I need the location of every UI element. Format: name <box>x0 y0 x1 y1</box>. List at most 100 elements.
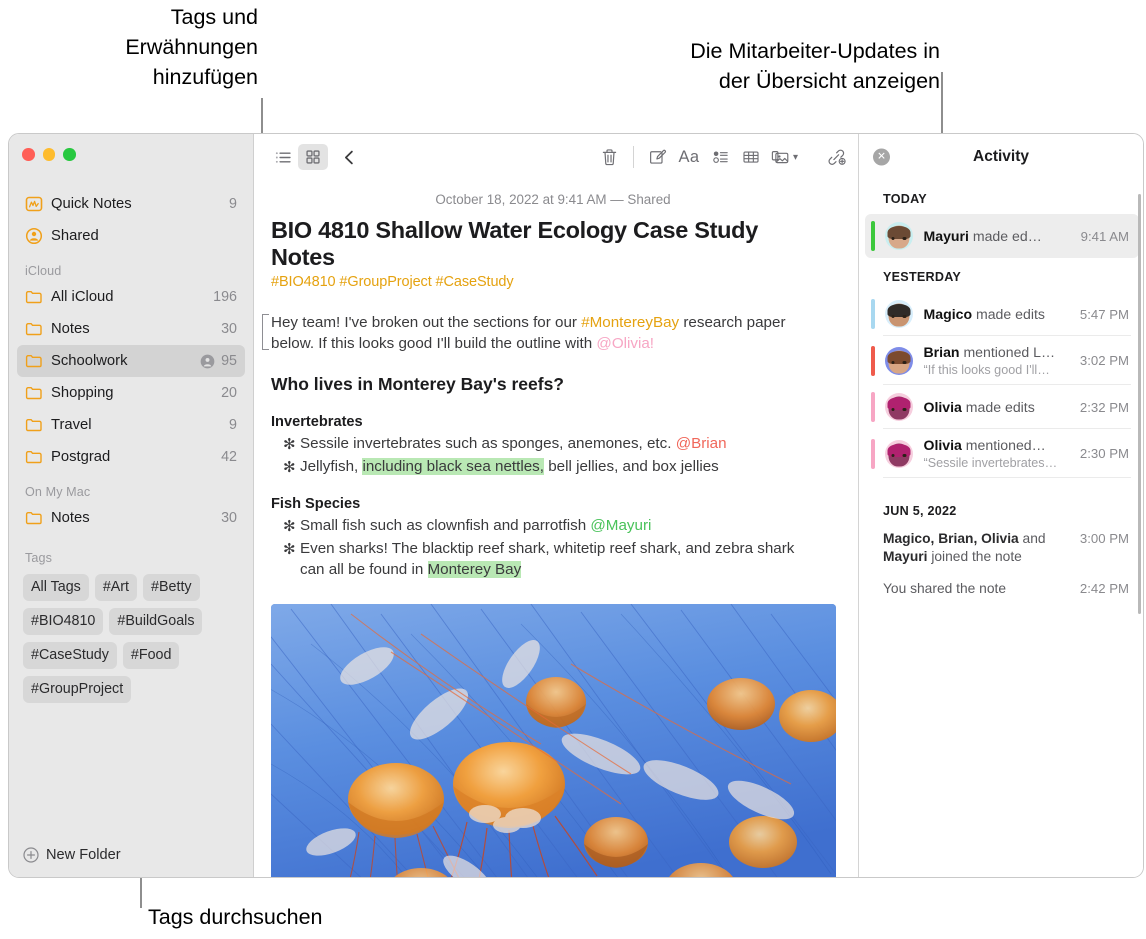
activity-entry-text: Mayuri made ed… <box>924 227 1073 245</box>
activity-header: ✕ Activity <box>859 134 1143 180</box>
activity-entry-mayuri-edits[interactable]: Mayuri made ed… 9:41 AM <box>865 214 1139 258</box>
inline-hashtag-montereybay[interactable]: #MontereyBay <box>581 314 679 331</box>
callout-tags-mentions: Tags und Erwähnungen hinzufügen <box>96 2 258 92</box>
tag-chip-betty[interactable]: #Betty <box>143 574 200 601</box>
note-attached-image[interactable] <box>271 603 836 877</box>
inline-mention-brian[interactable]: @Brian <box>676 435 727 452</box>
sidebar-item-travel[interactable]: Travel 9 <box>17 409 245 441</box>
sidebar-item-all-icloud[interactable]: All iCloud 196 <box>17 281 245 313</box>
folder-icon <box>25 416 43 434</box>
back-chevron-icon[interactable] <box>334 144 364 170</box>
activity-entry-line: Mayuri made ed… <box>924 227 1073 245</box>
bullet-text: Even sharks! The blacktip reef shark, wh… <box>300 539 795 579</box>
tag-chip-food[interactable]: #Food <box>122 642 180 669</box>
format-aa-icon[interactable]: Aa <box>672 144 706 170</box>
sidebar-item-count: 9 <box>229 417 237 433</box>
activity-time: 9:41 AM <box>1080 228 1129 244</box>
list-view-icon[interactable] <box>268 144 298 170</box>
sidebar-item-count-group: 95 <box>200 353 237 369</box>
note-intro-paragraph: Hey team! I've broken out the sections f… <box>271 312 822 354</box>
new-folder-button[interactable]: New Folder <box>9 833 253 877</box>
media-icon[interactable] <box>766 144 796 170</box>
sidebar-item-label: Notes <box>51 321 90 337</box>
zoom-window-button[interactable] <box>63 148 76 161</box>
sidebar-item-notes-icloud[interactable]: Notes 30 <box>17 313 245 345</box>
highlighted-text: including black sea nettles, <box>362 457 544 475</box>
tag-chip-all-tags[interactable]: All Tags <box>23 574 89 601</box>
activity-actor: Olivia <box>923 437 962 453</box>
tag-chip-art[interactable]: #Art <box>94 574 138 601</box>
sidebar: Quick Notes 9 Shared iCloud All iCloud 1… <box>9 134 254 877</box>
activity-entry-olivia-mention[interactable]: Olivia mentioned… “Sessile invertebrates… <box>871 429 1139 478</box>
activity-history-text: Magico, Brian, Olivia and Mayuri joined … <box>883 530 1074 566</box>
activity-color-bar <box>871 221 875 251</box>
activity-time: 3:00 PM <box>1079 531 1129 546</box>
sidebar-item-postgrad[interactable]: Postgrad 42 <box>17 441 245 473</box>
note-pane: Aa ▾ October 18, 2022 at 9:41 AM — Share… <box>254 134 858 877</box>
tag-chip-buildgoals[interactable]: #BuildGoals <box>109 608 203 635</box>
quick-note-icon <box>25 195 43 213</box>
activity-entry-magico-edits[interactable]: Magico made edits 5:47 PM <box>871 292 1139 336</box>
callout-line: Die Mitarbeiter-Updates in <box>690 39 940 63</box>
trash-icon[interactable] <box>595 144 625 170</box>
link-add-icon[interactable] <box>822 144 852 170</box>
tag-chip-casestudy[interactable]: #CaseStudy <box>23 642 117 669</box>
activity-history-mid: and <box>1018 531 1046 546</box>
activity-history-tail: joined the note <box>927 549 1022 564</box>
activity-time: 2:32 PM <box>1079 399 1129 415</box>
activity-actor: Brian <box>923 344 960 360</box>
activity-entry-line: Magico made edits <box>924 305 1072 323</box>
sidebar-item-shopping[interactable]: Shopping 20 <box>17 377 245 409</box>
close-window-button[interactable] <box>22 148 35 161</box>
sidebar-item-count: 9 <box>229 196 237 212</box>
inline-mention-mayuri[interactable]: @Mayuri <box>590 517 651 534</box>
sidebar-item-label: All iCloud <box>51 289 114 305</box>
compose-icon[interactable] <box>642 144 672 170</box>
shared-person-icon <box>25 227 43 245</box>
sidebar-item-quick-notes[interactable]: Quick Notes 9 <box>17 188 245 220</box>
sidebar-item-shared[interactable]: Shared <box>17 220 245 252</box>
sidebar-item-count: 95 <box>221 353 237 369</box>
activity-action: mentioned L… <box>959 344 1056 360</box>
sidebar-item-notes-local[interactable]: Notes 30 <box>17 502 245 534</box>
activity-panel: ✕ Activity TODAY Mayuri made ed… 9:41 AM <box>858 134 1143 877</box>
bullet-text: Sessile invertebrates such as sponges, a… <box>300 435 676 452</box>
bullet-text: Small fish such as clownfish and parrotf… <box>300 517 591 534</box>
note-toolbar: Aa ▾ <box>254 134 858 180</box>
table-icon[interactable] <box>736 144 766 170</box>
callout-line: Tags durchsuchen <box>148 905 323 929</box>
tag-chip-groupproject[interactable]: #GroupProject <box>23 676 132 703</box>
sidebar-item-count: 20 <box>221 385 237 401</box>
minimize-window-button[interactable] <box>42 148 55 161</box>
note-heading: Who lives in Monterey Bay's reefs? <box>271 374 564 394</box>
activity-list[interactable]: TODAY Mayuri made ed… 9:41 AM YESTERDAY <box>859 180 1143 877</box>
checklist-icon[interactable] <box>706 144 736 170</box>
activity-entry-brian-mention[interactable]: Brian mentioned L… “If this looks good I… <box>871 336 1139 385</box>
note-tag-line: #BIO4810 #GroupProject #CaseStudy <box>271 274 514 290</box>
callout-line: der Übersicht anzeigen <box>718 69 940 93</box>
tag-chip-bio4810[interactable]: #BIO4810 <box>23 608 104 635</box>
sidebar-item-schoolwork[interactable]: Schoolwork 95 <box>17 345 245 377</box>
activity-section-today: TODAY <box>883 192 927 206</box>
tag-browser: All Tags #Art #Betty #BIO4810 #BuildGoal… <box>9 568 253 703</box>
media-menu-button[interactable]: ▾ <box>766 144 798 170</box>
folder-icon <box>25 288 43 306</box>
close-icon[interactable]: ✕ <box>873 148 890 166</box>
sidebar-group-title-tags: Tags <box>25 551 53 565</box>
note-content-area[interactable]: October 18, 2022 at 9:41 AM — Shared BIO… <box>254 180 858 877</box>
activity-entry-olivia-edits[interactable]: Olivia made edits 2:32 PM <box>871 385 1139 429</box>
section-title-invertebrates: Invertebrates <box>271 414 363 430</box>
callout-line: hinzufügen <box>152 65 258 89</box>
avatar <box>884 300 913 328</box>
gallery-view-icon[interactable] <box>298 144 328 170</box>
list-item: ✻ Sessile invertebrates such as sponges, … <box>271 433 822 455</box>
inline-mention-olivia[interactable]: @Olivia! <box>596 335 654 352</box>
activity-scrollbar[interactable] <box>1138 194 1141 614</box>
sidebar-item-label: Quick Notes <box>51 196 132 212</box>
activity-section-yesterday: YESTERDAY <box>883 270 962 284</box>
notes-app-window: Quick Notes 9 Shared iCloud All iCloud 1… <box>8 133 1144 878</box>
activity-color-bar <box>871 299 875 329</box>
activity-entry-quote: “If this looks good I'll… <box>923 363 1050 377</box>
activity-title: Activity <box>973 148 1029 165</box>
activity-actor: Mayuri <box>923 228 969 244</box>
